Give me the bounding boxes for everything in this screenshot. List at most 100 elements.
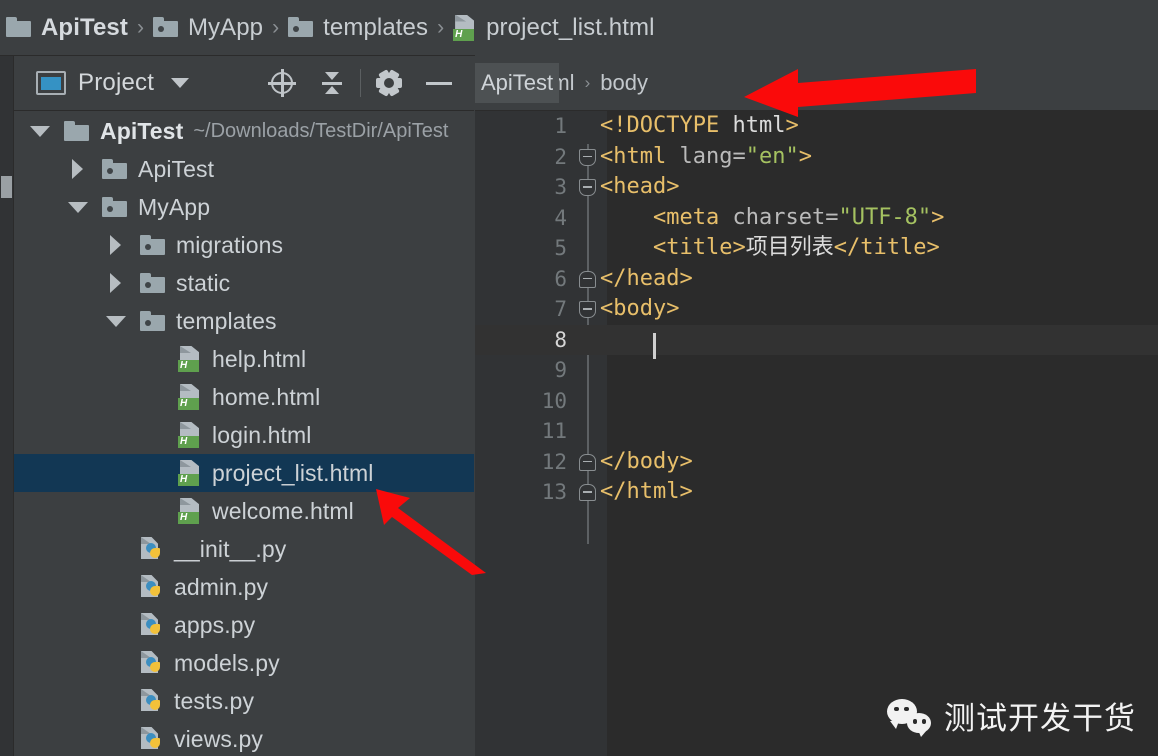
breadcrumb-item-myapp[interactable]: MyApp [151, 14, 265, 42]
code-line[interactable]: 6 </head> [475, 264, 1158, 295]
collapse-all-icon[interactable] [307, 63, 357, 103]
tree-item-apitest[interactable]: ApiTest ~/Downloads/TestDir/ApiTest [14, 112, 474, 150]
token-tg: </body> [600, 448, 693, 474]
breadcrumb-item-project-list-html[interactable]: H project_list.html [451, 14, 656, 42]
fold-marker-icon[interactable] [579, 148, 596, 166]
line-number: 5 [554, 236, 567, 260]
code-line[interactable]: 13 </html> [475, 477, 1158, 508]
text-caret [653, 333, 656, 359]
triangle-down-icon[interactable] [106, 315, 126, 327]
fold-marker-icon[interactable] [579, 270, 596, 288]
token-tg: <head> [600, 174, 680, 199]
tree-item-label: home.html [212, 383, 321, 410]
code-line[interactable]: 2 <html lang="en"> [475, 142, 1158, 173]
tree-item-path: ~/Downloads/TestDir/ApiTest [193, 119, 449, 142]
watermark: 测试开发干货 [887, 693, 1136, 738]
html-file-icon: H [178, 346, 202, 372]
fold-marker-icon[interactable] [579, 301, 596, 318]
tree-item-static[interactable]: static [14, 264, 474, 302]
panel-actions [257, 63, 464, 103]
tool-window-stripe[interactable]: Project [0, 56, 14, 756]
code-line[interactable]: 5 <title>项目列表</title> [475, 233, 1158, 264]
folder-icon [102, 158, 128, 180]
folder-icon [140, 234, 166, 256]
tree-item-label: templates [176, 307, 277, 334]
fold-marker-icon[interactable] [579, 179, 596, 196]
structure-crumb-body[interactable]: body [600, 70, 648, 96]
folder-icon [152, 17, 179, 38]
gear-icon[interactable] [364, 63, 414, 103]
code-line[interactable]: 11 [475, 416, 1158, 447]
tree-item-admin-py[interactable]: admin.py [14, 568, 474, 606]
code-line[interactable]: 1 <!DOCTYPE html> [475, 111, 1158, 142]
tree-item-label: ApiTest [100, 117, 184, 144]
code-text: <!DOCTYPE html> [600, 111, 799, 142]
html-file-icon: H [453, 14, 477, 41]
token-vl: "en" [745, 143, 799, 169]
pycharm-window: ApiTest › MyApp › templates › H project_… [0, 0, 1158, 756]
tree-item-init-py[interactable]: __init__.py [14, 530, 474, 568]
tree-item-label: ApiTest [138, 155, 215, 182]
python-file-icon [140, 574, 164, 600]
tree-item-label: views.py [174, 725, 263, 752]
line-number: 2 [554, 144, 567, 169]
code-line[interactable]: 9 [475, 355, 1158, 386]
python-file-icon [140, 536, 164, 562]
tree-item-views-py[interactable]: views.py [14, 720, 474, 756]
line-number: 3 [554, 175, 567, 199]
tree-item-models-py[interactable]: models.py [14, 644, 474, 682]
tree-item-help-html[interactable]: Hhelp.html [14, 340, 474, 378]
watermark-text: 测试开发干货 [944, 701, 1136, 737]
fold-marker-icon[interactable] [579, 453, 596, 471]
token-tg: > [798, 143, 812, 169]
line-number: 6 [554, 266, 567, 291]
project-tree[interactable]: ApiTest ~/Downloads/TestDir/ApiTest ApiTes… [14, 112, 474, 756]
line-number: 12 [541, 449, 567, 474]
tree-item-welcome-html[interactable]: Hwelcome.html [14, 492, 474, 530]
code-line[interactable]: 7 <body> [475, 294, 1158, 325]
line-number: 7 [554, 297, 567, 321]
code-area[interactable]: 1 <!DOCTYPE html> 2 <html lang="en"> 3 <head>… [475, 111, 1158, 756]
tree-item-myapp[interactable]: MyApp [14, 188, 474, 226]
triangle-right-icon[interactable] [110, 235, 121, 255]
folder-icon [288, 17, 314, 38]
code-line[interactable]: 3 <head> [475, 172, 1158, 203]
tree-item-apitest[interactable]: ApiTest [14, 150, 474, 188]
tree-item-home-html[interactable]: Hhome.html [14, 378, 474, 416]
code-line[interactable]: 12 </body> [475, 447, 1158, 478]
token-tg: </title> [833, 235, 940, 260]
tree-item-project-list-html[interactable]: Hproject_list.html [14, 454, 474, 492]
triangle-down-icon[interactable] [30, 125, 50, 137]
minimize-icon[interactable] [414, 63, 464, 103]
code-text: </html> [600, 477, 693, 508]
breadcrumb-item-apitest[interactable]: ApiTest [4, 14, 130, 42]
code-line[interactable]: 10 [475, 386, 1158, 417]
tree-item-tests-py[interactable]: tests.py [14, 682, 474, 720]
triangle-right-icon[interactable] [72, 159, 83, 179]
line-number: 13 [541, 480, 567, 504]
fold-marker-icon[interactable] [579, 484, 596, 501]
toolbar-divider [360, 69, 361, 97]
triangle-down-icon[interactable] [68, 201, 88, 213]
tree-item-login-html[interactable]: Hlogin.html [14, 416, 474, 454]
breadcrumb-item-templates[interactable]: templates [286, 14, 430, 42]
triangle-right-icon[interactable] [110, 273, 121, 293]
chevron-down-icon[interactable] [171, 78, 190, 88]
project-panel-title: Project [78, 69, 155, 96]
tree-item-apps-py[interactable]: apps.py [14, 606, 474, 644]
code-line[interactable]: 4 <meta charset="UTF-8"> [475, 203, 1158, 234]
line-number: 11 [541, 419, 567, 443]
line-number: 1 [554, 114, 567, 138]
html-file-icon: H [178, 460, 202, 486]
project-window-icon [36, 71, 66, 95]
code-line[interactable]: 8 [475, 324, 1158, 355]
python-file-icon [140, 650, 164, 676]
tree-item-label: login.html [212, 421, 312, 448]
token-tx: html [732, 113, 786, 138]
tree-item-migrations[interactable]: migrations [14, 226, 474, 264]
breadcrumb-separator: › [136, 15, 144, 39]
breadcrumb: ApiTest › MyApp › templates › H project_… [0, 0, 1158, 56]
breadcrumb-label: MyApp [187, 13, 264, 41]
tree-item-templates[interactable]: templates [14, 302, 474, 340]
locate-icon[interactable] [257, 63, 307, 103]
